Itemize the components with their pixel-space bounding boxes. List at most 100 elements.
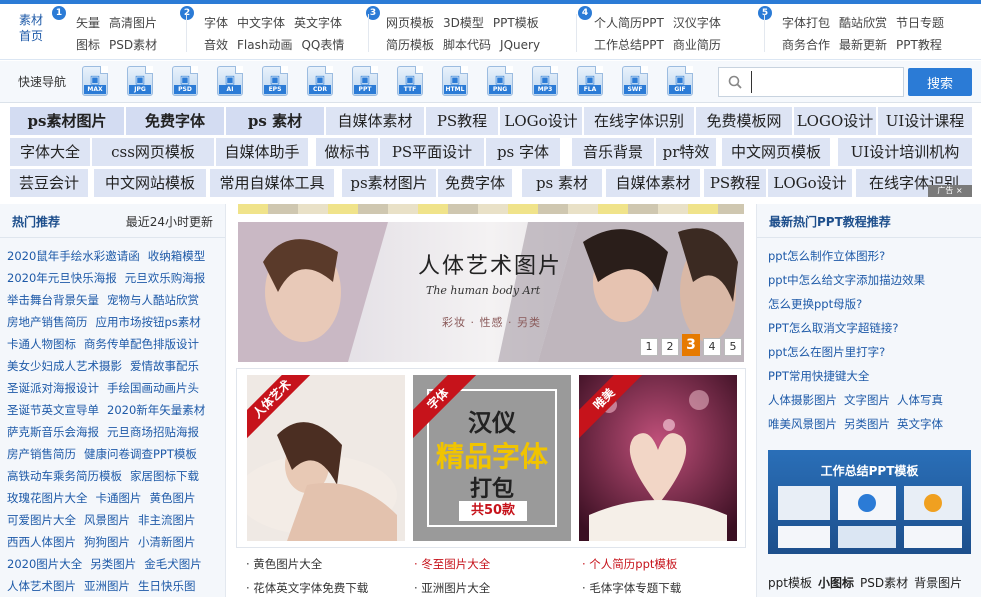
nav-link[interactable]: 商务合作 [782,38,830,52]
ppt-tutorial-link[interactable]: 人体摄影图片 [768,393,837,407]
hot-recommend-link[interactable]: 生日快乐图 [138,579,196,593]
hot-recommend-link[interactable]: 收纳箱模型 [148,249,206,263]
tag-link[interactable]: ps 素材 [226,107,324,135]
hot-recommend-link[interactable]: 狗狗图片 [84,535,130,549]
ppt-tutorial-link[interactable]: ppt怎么制作立体图形? [768,249,885,263]
hot-recommend-link[interactable]: 房地产销售简历 [7,315,88,329]
hot-recommend-link[interactable]: 应用市场按钮ps素材 [96,315,201,329]
nav-link[interactable]: 字体打包 [782,16,830,30]
ai-icon[interactable]: ▣ AI [217,66,243,96]
resource-tag[interactable]: 背景图片 [914,576,962,590]
hot-recommend-link[interactable]: 萨克斯音乐会海报 [7,425,99,439]
banner-page-3[interactable]: 3 [682,334,700,356]
tag-link[interactable]: ps素材图片 [10,107,124,135]
tag-link[interactable]: ps 字体 [486,138,560,166]
hot-recommend-link[interactable]: 小清新图片 [138,535,196,549]
tag-link[interactable]: LOGo设计 [500,107,582,135]
ppt-tutorial-link[interactable]: 英文字体 [897,417,943,431]
hot-recommend-link[interactable]: 2020年元旦快乐海报 [7,271,117,285]
hot-recommend-link[interactable]: 人体艺术图片 [7,579,76,593]
tag-link[interactable]: ps 素材 [522,169,602,197]
tag-link[interactable]: 免费模板网 [696,107,792,135]
resource-tag[interactable]: 小图标 [818,576,854,590]
tag-link[interactable]: 中文网站模板 [94,169,206,197]
tag-link[interactable]: 自媒体素材 [326,107,424,135]
banner-page-2[interactable]: 2 [661,338,679,356]
resource-tag[interactable]: ppt模板 [768,576,812,590]
ppt-tutorial-link[interactable]: 文字图片 [844,393,890,407]
hot-recommend-link[interactable]: 圣诞节英文宣导单 [7,403,99,417]
feature-card-font[interactable]: 汉仪 精品字体 打包 共50款 字体 [413,375,571,541]
swf-icon[interactable]: ▣ SWF [622,66,648,96]
hot-recommend-link[interactable]: 房产销售简历 [7,447,76,461]
ppt-tutorial-link[interactable]: 唯美风景图片 [768,417,837,431]
tag-link[interactable]: pr特效 [656,138,716,166]
hot-recommend-link[interactable]: 举击舞台背景矢量 [7,293,99,307]
tag-link[interactable]: 自媒体助手 [216,138,308,166]
ad-badge[interactable]: 广告 × [928,185,972,197]
nav-link[interactable]: PPT教程 [896,38,942,52]
ttf-icon[interactable]: ▣ TTF [397,66,423,96]
center-link[interactable]: · 黄色图片大全 [246,556,322,572]
hot-recommend-link[interactable]: 非主流图片 [138,513,196,527]
nav-link[interactable]: 酷站欣赏 [839,16,887,30]
ppt-tutorial-link[interactable]: 另类图片 [844,417,890,431]
search-button[interactable]: 搜索 [908,68,972,96]
center-link[interactable]: · 亚洲图片大全 [414,580,490,596]
tag-link[interactable]: UI设计课程 [878,107,972,135]
banner-page-5[interactable]: 5 [724,338,742,356]
center-link[interactable]: · 冬至图片大全 [414,556,490,572]
tag-link[interactable]: 自媒体素材 [606,169,700,197]
ppt-tutorial-link[interactable]: ppt中怎么给文字添加描边效果 [768,273,925,287]
ppt-tutorial-link[interactable]: ppt怎么在图片里打字? [768,345,885,359]
hot-recommend-link[interactable]: 家居图标下载 [130,469,199,483]
hot-recommend-link[interactable]: 卡通人物图标 [7,337,76,351]
eps-icon[interactable]: ▣ EPS [262,66,288,96]
mp3-icon[interactable]: ▣ MP3 [532,66,558,96]
hot-recommend-link[interactable]: 西西人体图片 [7,535,76,549]
html-icon[interactable]: ▣ HTML [442,66,468,96]
tag-link[interactable]: LOGO设计 [794,107,876,135]
hot-recommend-link[interactable]: 宠物与人酷站欣赏 [107,293,199,307]
tag-link[interactable]: 音乐背景 [572,138,654,166]
work-summary-ppt-thumb[interactable]: 工作总结PPT模板 [768,450,971,554]
max-icon[interactable]: ▣ MAX [82,66,108,96]
nav-link[interactable]: 最新更新 [839,38,887,52]
ppt-tutorial-link[interactable]: 人体写真 [897,393,943,407]
banner-page-1[interactable]: 1 [640,338,658,356]
hot-recommend-link[interactable]: 圣诞派对海报设计 [7,381,99,395]
banner-slide[interactable]: 人体艺术图片 The human body Art 彩妆 · 性感 · 另类 1… [238,222,744,362]
tag-link[interactable]: 做标书 [316,138,378,166]
hot-recommend-link[interactable]: 美女少妇成人艺术摄影 [7,359,122,373]
tag-link[interactable]: 在线字体识别 [584,107,694,135]
tag-link[interactable]: PS平面设计 [380,138,484,166]
jpg-icon[interactable]: ▣ JPG [127,66,153,96]
tag-link[interactable]: 免费字体 [126,107,224,135]
hot-recommend-link[interactable]: 金毛犬图片 [144,557,202,571]
gif-icon[interactable]: ▣ GIF [667,66,693,96]
fla-icon[interactable]: ▣ FLA [577,66,603,96]
hot-recommend-link[interactable]: 健康问卷调查PPT模板 [84,447,197,461]
resource-tag[interactable]: PSD素材 [860,576,908,590]
hot-recommend-link[interactable]: 玫瑰花图片大全 [7,491,88,505]
hot-recommend-link[interactable]: 另类图片 [90,557,136,571]
ppt-tutorial-link[interactable]: 怎么更换ppt母版? [768,297,862,311]
hot-recommend-link[interactable]: 元旦商场招贴海报 [107,425,199,439]
recent-update-label[interactable]: 最近24小时更新 [126,213,213,230]
hot-recommend-link[interactable]: 2020图片大全 [7,557,82,571]
banner-page-4[interactable]: 4 [703,338,721,356]
hot-recommend-link[interactable]: 黄色图片 [150,491,196,505]
hot-recommend-link[interactable]: 商务传单配色排版设计 [84,337,199,351]
tag-link[interactable]: UI设计培训机构 [838,138,972,166]
ppt-tutorial-link[interactable]: PPT常用快捷键大全 [768,369,869,383]
ppt-icon[interactable]: ▣ PPT [352,66,378,96]
tag-link[interactable]: 字体大全 [10,138,90,166]
hot-recommend-link[interactable]: 2020新年矢量素材 [107,403,205,417]
hot-recommend-link[interactable]: 手绘国画动画片头 [107,381,199,395]
tag-link[interactable]: 免费字体 [438,169,512,197]
tag-link[interactable]: PS教程 [704,169,766,197]
search-input[interactable] [751,71,901,93]
cdr-icon[interactable]: ▣ CDR [307,66,333,96]
png-icon[interactable]: ▣ PNG [487,66,513,96]
center-link[interactable]: · 花体英文字体免费下载 [246,580,368,596]
